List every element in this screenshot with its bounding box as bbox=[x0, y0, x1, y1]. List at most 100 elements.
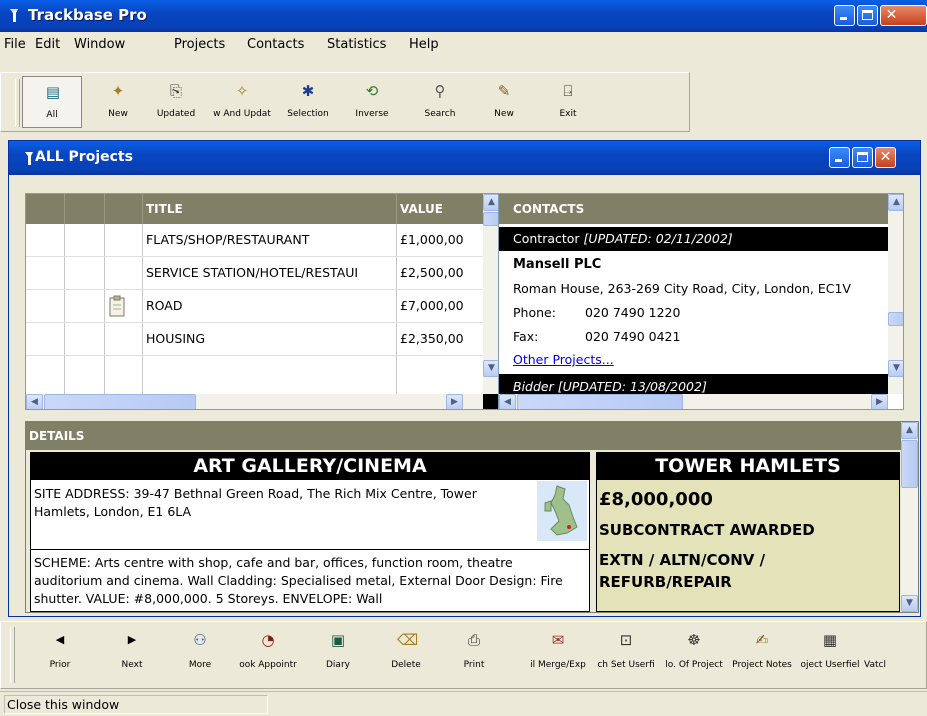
scroll-thumb[interactable] bbox=[888, 312, 903, 326]
app-icon bbox=[10, 9, 18, 22]
all-projects-icon: ▤ bbox=[45, 83, 61, 101]
menu-projects[interactable]: Projects bbox=[170, 36, 229, 53]
scroll-left-icon[interactable]: ◀ bbox=[499, 394, 516, 409]
menu-help[interactable]: Help bbox=[405, 36, 443, 53]
scroll-up-icon[interactable]: ▲ bbox=[901, 422, 918, 439]
details-title: ART GALLERY/CINEMA bbox=[31, 453, 589, 480]
table-row[interactable]: ROAD £7,000,00 bbox=[26, 290, 483, 323]
prior-label: Prior bbox=[49, 660, 71, 670]
scroll-up-icon[interactable]: ▲ bbox=[888, 194, 903, 211]
delete-icon: ⌫ bbox=[397, 631, 419, 649]
maximize-button[interactable] bbox=[857, 5, 878, 26]
project-notes-label: Project Notes bbox=[732, 660, 792, 670]
menu-statistics[interactable]: Statistics bbox=[323, 36, 390, 53]
diary-button[interactable]: ▣ Diary bbox=[304, 623, 372, 685]
no-of-projects-button[interactable]: ☸ lo. Of Project bbox=[660, 623, 728, 685]
grid-vertical-scrollbar[interactable]: ▲ ▼ bbox=[483, 194, 498, 394]
toolbar-new-button[interactable]: ✦ New bbox=[88, 76, 148, 128]
book-appointment-label: ook Appointr bbox=[239, 660, 297, 670]
scroll-down-icon[interactable]: ▼ bbox=[483, 360, 498, 377]
toolbar-inverse-button[interactable]: ⟲ Inverse bbox=[342, 76, 402, 128]
child-close-button[interactable]: ✕ bbox=[875, 147, 896, 168]
book-appointment-icon: ◔ bbox=[261, 631, 275, 649]
menu-file[interactable]: File bbox=[0, 36, 30, 53]
details-region: TOWER HAMLETS bbox=[597, 453, 899, 480]
print-button[interactable]: ⎙ Print bbox=[440, 623, 508, 685]
menu-contacts[interactable]: Contacts bbox=[243, 36, 308, 53]
new-projects-icon: ✦ bbox=[111, 82, 125, 100]
toolbar-search-button[interactable]: ⚲ Search bbox=[410, 76, 470, 128]
next-button[interactable]: ▶ Next bbox=[98, 623, 166, 685]
toolbar-label: Search bbox=[424, 109, 456, 119]
mail-merge-button[interactable]: ✉ il Merge/Exp bbox=[524, 623, 592, 685]
menu-edit[interactable]: Edit bbox=[31, 36, 64, 53]
details-panel: DETAILS ART GALLERY/CINEMA SITE ADDRESS:… bbox=[25, 421, 919, 613]
child-app-icon bbox=[25, 152, 33, 165]
scroll-right-icon[interactable]: ▶ bbox=[871, 394, 888, 409]
table-row[interactable]: SERVICE STATION/HOTEL/RESTAUI £2,500,00 bbox=[26, 257, 483, 290]
more-icon: ⚇ bbox=[193, 631, 207, 649]
batch-set-userfield-button[interactable]: ⊡ ch Set Userfi bbox=[592, 623, 660, 685]
record-toolbar: ◀ Prior ▶ Next ⚇ More ◔ ook Appointr ▣ D… bbox=[0, 621, 927, 691]
row-value: £2,350,00 bbox=[400, 331, 464, 346]
contact-role: Contractor bbox=[513, 231, 584, 246]
scroll-right-icon[interactable]: ▶ bbox=[446, 394, 463, 409]
print-label: Print bbox=[463, 660, 485, 670]
contacts-panel: CONTACTS Contractor [UPDATED: 02/11/2002… bbox=[498, 193, 904, 410]
contacts-horizontal-scrollbar[interactable]: ◀ ▶ bbox=[499, 394, 888, 409]
scroll-left-icon[interactable]: ◀ bbox=[26, 394, 43, 409]
scroll-down-icon[interactable]: ▼ bbox=[888, 360, 903, 377]
book-appointment-button[interactable]: ◔ ook Appointr bbox=[234, 623, 302, 685]
table-row[interactable]: HOUSING £2,350,00 bbox=[26, 323, 483, 356]
watch-button[interactable]: Vatcl bbox=[864, 623, 927, 685]
grid-horizontal-scrollbar[interactable]: ◀ ▶ bbox=[26, 394, 483, 409]
contacts-vertical-scrollbar[interactable]: ▲ ▼ bbox=[888, 194, 903, 394]
scroll-down-icon[interactable]: ▼ bbox=[901, 595, 918, 612]
toolbar-selection-button[interactable]: ✱ Selection bbox=[278, 76, 338, 128]
projects-grid: TITLE VALUE FLATS/SHOP/RESTAURANT £1,000… bbox=[25, 193, 499, 410]
scroll-up-icon[interactable]: ▲ bbox=[483, 194, 498, 211]
grid-header: TITLE VALUE bbox=[26, 194, 483, 224]
toolbar-updated-button[interactable]: ⎘ Updated bbox=[146, 76, 206, 128]
search-icon: ⚲ bbox=[434, 82, 446, 100]
toolbar-label: Inverse bbox=[355, 109, 389, 119]
delete-button[interactable]: ⌫ Delete bbox=[372, 623, 440, 685]
toolbar-new-search-button[interactable]: ✎ New bbox=[474, 76, 534, 128]
toolbar-label: Updated bbox=[156, 109, 196, 119]
child-maximize-button[interactable] bbox=[852, 147, 873, 168]
table-row[interactable]: FLATS/SHOP/RESTAURANT £1,000,00 bbox=[26, 224, 483, 257]
next-arrow-icon: ▶ bbox=[127, 633, 137, 646]
scroll-thumb[interactable] bbox=[517, 394, 683, 409]
toolbar-exit-button[interactable]: ⍈ Exit bbox=[538, 76, 598, 128]
child-minimize-button[interactable] bbox=[829, 147, 850, 168]
project-userfield-label: oject Userfiel bbox=[800, 660, 860, 670]
prior-button[interactable]: ◀ Prior bbox=[26, 623, 94, 685]
project-userfield-button[interactable]: ▦ oject Userfiel bbox=[796, 623, 864, 685]
child-title-bar[interactable]: ALL Projects ✕ bbox=[9, 141, 920, 175]
close-button[interactable]: ✕ bbox=[880, 5, 927, 26]
row-value: £2,500,00 bbox=[400, 265, 464, 280]
title-bar[interactable]: Trackbase Pro ✕ bbox=[0, 0, 927, 32]
more-button[interactable]: ⚇ More bbox=[166, 623, 234, 685]
toolbar-new-and-updated-button[interactable]: ✧ w And Updat bbox=[212, 76, 272, 128]
row-value: £1,000,00 bbox=[400, 232, 464, 247]
contact-address: Roman House, 263-269 City Road, City, Lo… bbox=[513, 281, 851, 296]
minimize-button[interactable] bbox=[834, 5, 855, 26]
details-header-label: DETAILS bbox=[29, 429, 85, 443]
details-vertical-scrollbar[interactable]: ▲ ▼ bbox=[901, 422, 918, 612]
more-label: More bbox=[188, 660, 212, 670]
phone-number: 020 7490 1220 bbox=[585, 305, 681, 320]
scroll-thumb[interactable] bbox=[901, 440, 918, 488]
menu-window[interactable]: Window bbox=[70, 36, 129, 53]
toolbar-label: Selection bbox=[287, 109, 329, 119]
window-title: Trackbase Pro bbox=[28, 6, 147, 24]
scroll-thumb[interactable] bbox=[483, 212, 498, 226]
scroll-thumb[interactable] bbox=[44, 394, 196, 409]
other-projects-link[interactable]: Other Projects... bbox=[513, 352, 614, 367]
column-value[interactable]: VALUE bbox=[400, 202, 443, 216]
project-notes-button[interactable]: ✍ Project Notes bbox=[728, 623, 796, 685]
toolbar-label: w And Updat bbox=[213, 109, 271, 119]
toolbar-all-button[interactable]: ▤ All bbox=[22, 76, 82, 128]
column-title[interactable]: TITLE bbox=[146, 202, 183, 216]
uk-map-icon bbox=[537, 481, 587, 541]
